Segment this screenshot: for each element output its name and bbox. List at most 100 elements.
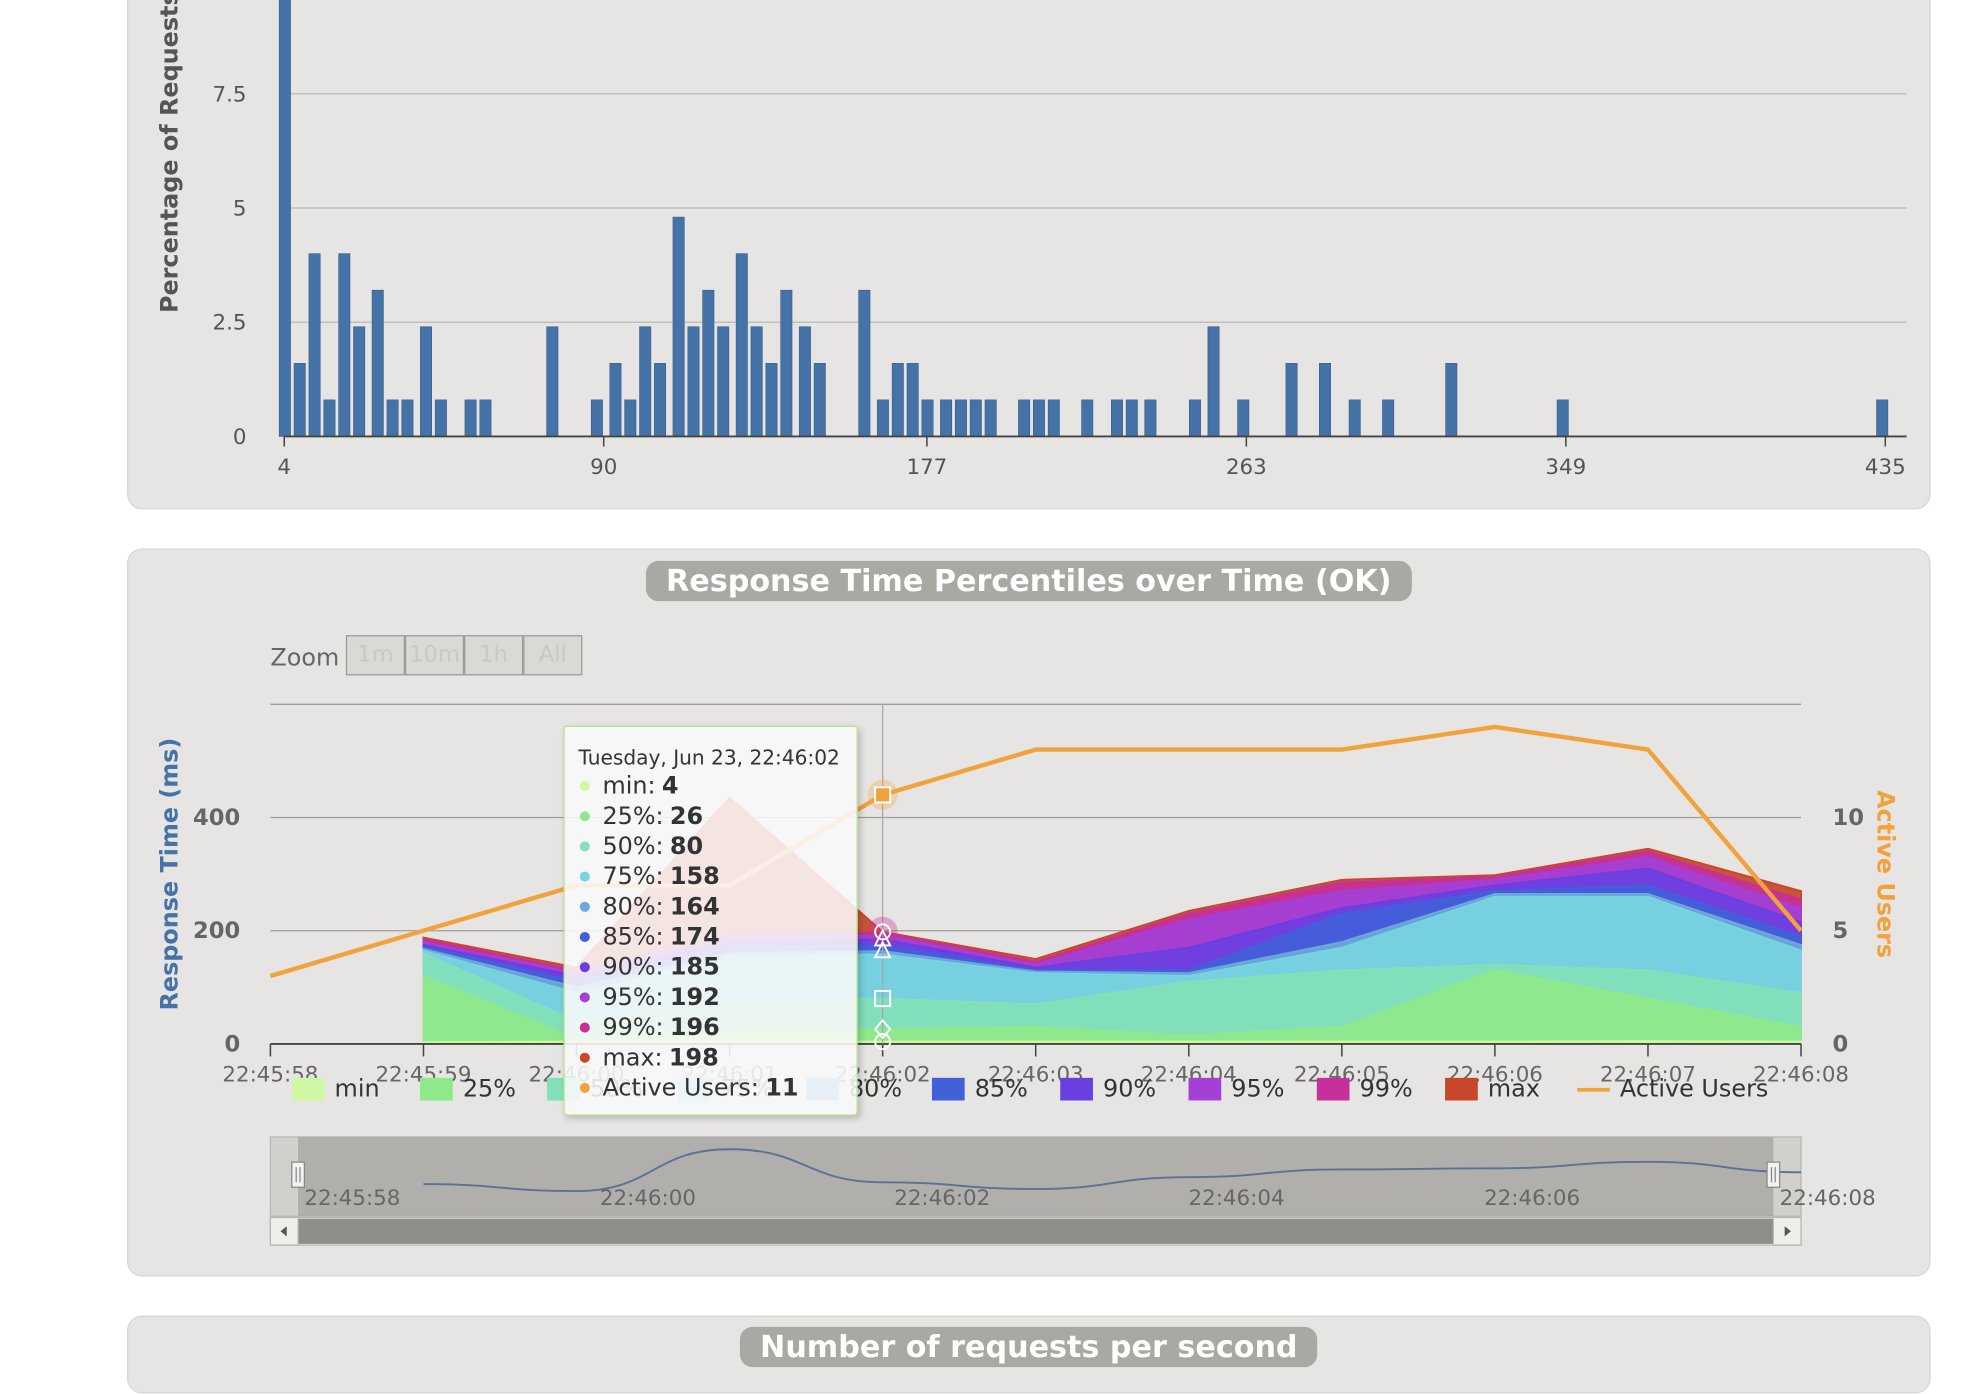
histogram-bar [750,326,763,437]
histogram-bar [780,289,793,437]
series-dot-icon [579,901,590,912]
tooltip-value: 164 [669,892,720,921]
histogram-bar [1189,399,1201,437]
legend-item[interactable]: 85% [931,1075,1028,1104]
tooltip-row: 99%: 196 [579,1013,720,1042]
histogram-bar [1237,399,1250,437]
legend-item[interactable]: max [1445,1075,1540,1103]
histogram-bar [278,0,291,437]
navigator-handle [291,1161,305,1188]
tooltip-label: max: [602,1043,663,1072]
legend-label: max [1487,1075,1540,1104]
tooltip-row: Active Users: 11 [579,1074,798,1102]
legend-swatch [1188,1077,1222,1101]
tooltip-label: min: [602,772,656,800]
tooltip-label: 99%: [602,1013,664,1042]
tooltip-value: 26 [669,802,704,831]
histogram-bar [921,399,934,437]
legend-label: 90% [1103,1075,1157,1104]
histogram-bar [624,399,637,437]
histogram-bar [401,399,414,437]
tooltip-row: max: 198 [579,1043,719,1072]
y-tick-label: 0 [233,425,247,450]
histogram-bar [984,399,997,437]
series-dot-icon [579,1082,590,1093]
tooltip-value: 198 [668,1043,719,1072]
x-tick-label: 4 [277,455,291,480]
histogram-bar [672,216,685,437]
navigator-handle [1766,1161,1781,1188]
legend-swatch [1577,1087,1610,1092]
x-tick-label: 90 [590,455,617,480]
legend-label: 99% [1359,1075,1413,1104]
hover-tooltip: Tuesday, Jun 23, 22:46:02 min: 4 25%: 26 50%… [563,725,858,1116]
percentiles-chart[interactable]: 0 200 400 0 5 10 Response Time (ms) Active User… [128,550,1929,1276]
histogram-bar [323,399,336,437]
navigator-label: 22:46:02 [894,1186,991,1212]
legend-label: Active Users [1619,1075,1769,1104]
legend-item[interactable]: 95% [1188,1075,1284,1103]
series-dot-icon [579,962,590,973]
legend-item[interactable]: 25% [420,1075,516,1103]
y-axis-label: Percentage of Requests [155,0,183,313]
legend-item[interactable]: Active Users [1577,1075,1768,1103]
x-tick-label: 263 [1226,455,1267,480]
legend-swatch [1445,1077,1478,1101]
left-axis-title: Response Time (ms) [155,738,183,1011]
histogram-bar [798,326,811,437]
left-tick-label: 0 [224,1031,240,1057]
distribution-chart: 0 2.5 5 7.5 Percentage of Requests 4 90 177 263 3… [155,0,1907,480]
series-dot-icon [579,841,590,852]
histogram-bar [654,363,667,437]
legend-swatch [291,1077,325,1101]
histogram-bar [1047,399,1060,437]
legend-label: 85% [974,1075,1028,1104]
tooltip-value: 158 [669,862,720,891]
histogram-bar [308,253,321,437]
tooltip-row: 85%: 174 [579,923,720,951]
tooltip-label: 75%: [602,862,664,891]
tooltip-label: 90%: [602,953,664,982]
scrollbar-thumb [298,1218,1774,1244]
tooltip-row: 95%: 192 [579,983,720,1012]
histogram-bar [464,399,477,437]
x-tick-label: 349 [1545,455,1586,480]
series-dot-icon [579,871,590,882]
histogram-bar [954,399,967,437]
right-axis-title: Active Users [1872,790,1900,958]
legend-item[interactable]: 90% [1060,1075,1156,1103]
legend-item[interactable]: min [291,1075,380,1103]
legend-item[interactable]: 99% [1316,1075,1413,1104]
percentiles-panel: Response Time Percentiles over Time (OK)… [127,548,1931,1277]
histogram-bar [1081,399,1094,437]
histogram-bar [386,399,399,437]
tooltip-header: Tuesday, Jun 23, 22:46:02 [578,745,840,770]
histogram-bar [1556,399,1569,437]
histogram-bar [1876,399,1889,437]
legend-swatch [931,1077,965,1101]
tooltip-label: 80%: [602,892,664,921]
histogram-bar [609,363,622,437]
tooltip-label: 25%: [602,802,664,831]
legend-swatch [1060,1077,1093,1101]
histogram-bar [479,399,492,437]
histogram-bar [940,399,953,437]
tooltip-label: 50%: [602,832,664,861]
histogram-bar [1348,399,1361,437]
navigator-label: 22:46:00 [599,1186,696,1212]
tooltip-value: 80 [669,832,704,861]
y-tick-label: 7.5 [213,82,247,107]
histogram-bar [735,253,748,437]
tooltip-row: 25%: 26 [579,802,704,831]
tooltip-value: 192 [669,983,720,1012]
tooltip-label: Active Users: [602,1074,759,1102]
histogram-bar [717,326,730,437]
tooltip-label: 95%: [602,983,664,1012]
right-tick-label: 5 [1832,918,1848,944]
y-tick-label: 2.5 [213,311,247,336]
legend-swatch [420,1077,453,1101]
histogram-bar [765,363,778,437]
histogram-bar [293,363,306,437]
histogram-bar [338,253,351,437]
right-tick-label: 10 [1832,805,1864,831]
